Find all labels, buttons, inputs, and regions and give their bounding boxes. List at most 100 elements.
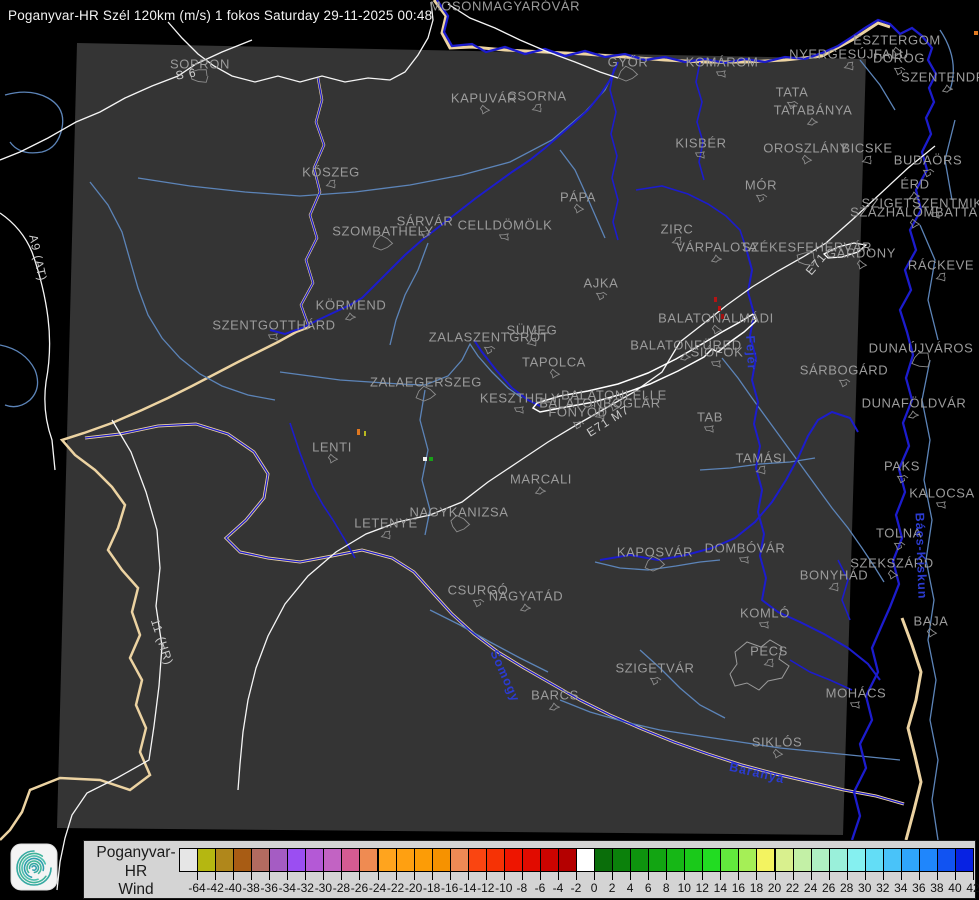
colorbar-tick-label: 14	[714, 881, 727, 895]
colorbar-tick	[251, 872, 252, 880]
colorbar-cell	[702, 848, 721, 872]
legend-colorbar: -64-42-40-38-36-34-32-30-28-26-24-22-20-…	[179, 848, 973, 872]
colorbar-cell	[378, 848, 397, 872]
colorbar-tick-label: 4	[627, 881, 634, 895]
colorbar-tick-label: -4	[553, 881, 564, 895]
colorbar-cell	[432, 848, 451, 872]
colorbar-cell	[305, 848, 324, 872]
colorbar-cell	[215, 848, 234, 872]
colorbar-cell	[738, 848, 757, 872]
colorbar-tick-label: -10	[495, 881, 512, 895]
map-canvas	[0, 0, 979, 900]
colorbar-tick-label: -30	[315, 881, 332, 895]
city-boundary-squiggle	[893, 47, 903, 56]
colorbar-cell	[793, 848, 812, 872]
colorbar-tick-label: -24	[369, 881, 386, 895]
colorbar-cell	[775, 848, 794, 872]
colorbar-tick-label: 32	[876, 881, 889, 895]
colorbar-tick	[323, 872, 324, 880]
city-boundary-squiggle	[909, 411, 919, 418]
colorbar-cell	[576, 848, 595, 872]
legend-panel: Poganyvar-HR Wind m/s -64-42-40-38-36-34…	[83, 840, 976, 899]
colorbar-tick-label: 0	[591, 881, 598, 895]
colorbar-tick	[594, 872, 595, 880]
colorbar-tick	[540, 872, 541, 880]
colorbar-cell	[847, 848, 866, 872]
city-boundary-squiggle	[937, 273, 946, 281]
colorbar-tick	[648, 872, 649, 880]
colorbar-tick	[666, 872, 667, 880]
colorbar-cell	[450, 848, 469, 872]
colorbar-tick	[287, 872, 288, 880]
colorbar-tick	[702, 872, 703, 880]
colorbar-tick-label: -22	[387, 881, 404, 895]
colorbar-tick-label: -64	[188, 881, 205, 895]
cyclone-logo	[10, 843, 58, 891]
colorbar-tick	[233, 872, 234, 880]
colorbar-tick	[883, 872, 884, 880]
city-boundary-squiggle	[937, 502, 946, 508]
colorbar-tick	[305, 872, 306, 880]
colorbar-tick	[811, 872, 812, 880]
colorbar-tick	[919, 872, 920, 880]
model-domain-area	[57, 43, 866, 835]
weather-map-screen: { "title": "Poganyvar-HR Szél 120km (m/s…	[0, 0, 979, 900]
colorbar-tick	[829, 872, 830, 880]
colorbar-tick	[341, 872, 342, 880]
legend-text-block: Poganyvar-HR Wind m/s	[86, 844, 186, 900]
colorbar-tick-label: 40	[948, 881, 961, 895]
colorbar-cell	[630, 848, 649, 872]
colorbar-cell	[504, 848, 523, 872]
colorbar-tick-label: 18	[750, 881, 763, 895]
colorbar-tick	[612, 872, 613, 880]
colorbar-tick	[756, 872, 757, 880]
colorbar-tick-label: 22	[786, 881, 799, 895]
colorbar-tick	[215, 872, 216, 880]
colorbar-tick-label: -28	[333, 881, 350, 895]
colorbar-tick-label: 26	[822, 881, 835, 895]
colorbar-cell	[269, 848, 288, 872]
colorbar-tick-label: 6	[645, 881, 652, 895]
colorbar-tick-label: -36	[261, 881, 278, 895]
colorbar-cell	[919, 848, 938, 872]
colorbar-tick-label: -32	[297, 881, 314, 895]
colorbar-cell	[684, 848, 703, 872]
colorbar-cell	[955, 848, 974, 872]
colorbar-tick	[847, 872, 848, 880]
colorbar-tick-label: -8	[517, 881, 528, 895]
colorbar-tick-label: -38	[243, 881, 260, 895]
colorbar-cell	[612, 848, 631, 872]
colorbar-tick	[775, 872, 776, 880]
colorbar-cell	[233, 848, 252, 872]
city-boundary-squiggle	[863, 156, 872, 164]
colorbar-cell	[251, 848, 270, 872]
colorbar-cell	[468, 848, 487, 872]
city-boundary-squiggle	[851, 702, 860, 708]
colorbar-tick-label: -34	[279, 881, 296, 895]
legend-model-name: Poganyvar-HR	[86, 844, 186, 881]
colorbar-cell	[720, 848, 739, 872]
city-boundary-squiggle	[895, 68, 906, 75]
colorbar-tick	[432, 872, 433, 880]
colorbar-tick	[504, 872, 505, 880]
colorbar-tick-label: 12	[696, 881, 709, 895]
colorbar-tick-label: 2	[609, 881, 616, 895]
colorbar-cell	[341, 848, 360, 872]
colorbar-cell	[414, 848, 433, 872]
colorbar-tick-label: 16	[732, 881, 745, 895]
colorbar-tick-label: -20	[405, 881, 422, 895]
colorbar-tick	[720, 872, 721, 880]
colorbar-cell	[811, 848, 830, 872]
colorbar-tick	[359, 872, 360, 880]
colorbar-tick	[486, 872, 487, 880]
colorbar-cell	[937, 848, 956, 872]
colorbar-cell	[323, 848, 342, 872]
colorbar-tick-label: -40	[224, 881, 241, 895]
colorbar-tick	[576, 872, 577, 880]
colorbar-cell	[558, 848, 577, 872]
colorbar-tick	[522, 872, 523, 880]
city-boundary-squiggle	[931, 212, 940, 218]
colorbar-tick-label: -6	[535, 881, 546, 895]
colorbar-tick-label: 30	[858, 881, 871, 895]
colorbar-cell	[359, 848, 378, 872]
